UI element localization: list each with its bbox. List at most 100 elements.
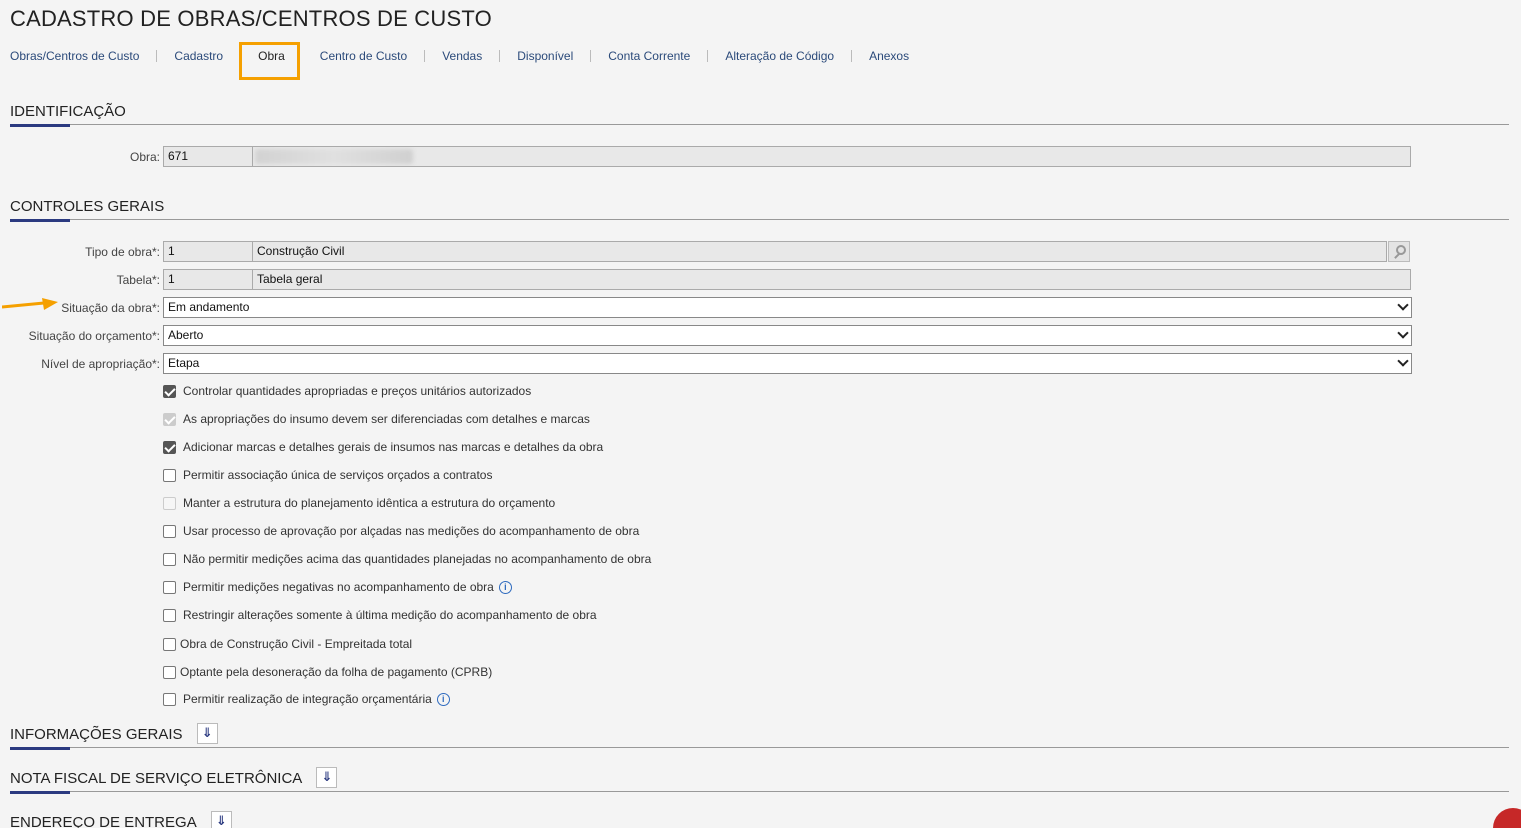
checkbox[interactable] <box>163 580 176 594</box>
situacao-obra-label: Situação da obra*: <box>61 300 160 315</box>
option-label: Não permitir medições acima das quantida… <box>183 552 652 566</box>
option-label: Usar processo de aprovação por alçadas n… <box>183 524 640 538</box>
tab-divider <box>499 50 501 62</box>
tabela-desc-field: Tabela geral <box>252 269 1411 290</box>
option-empreitada-total[interactable]: Obra de Construção Civil - Empreitada to… <box>163 635 412 653</box>
checkbox[interactable] <box>163 692 176 706</box>
checkbox[interactable] <box>163 524 176 538</box>
option-label: As apropriações do insumo devem ser dife… <box>183 412 590 426</box>
active-tab-highlight <box>239 42 300 80</box>
tipo-obra-lookup-button[interactable] <box>1388 241 1410 262</box>
obra-code-field[interactable]: 671 <box>163 146 253 167</box>
option-desoneracao-folha[interactable]: Optante pela desoneração da folha de pag… <box>163 663 492 681</box>
checkbox[interactable] <box>163 440 176 454</box>
option-integracao-orcamentaria[interactable]: Permitir realização de integração orçame… <box>163 690 450 708</box>
section-endereco-entrega: ENDEREÇO DE ENTREGA ⇓ <box>10 811 1509 828</box>
tab-divider <box>707 50 709 62</box>
option-label: Restringir alterações somente à última m… <box>183 608 597 622</box>
tabela-code-field[interactable]: 1 <box>163 269 253 290</box>
tab-obras-centros[interactable]: Obras/Centros de Custo <box>10 49 139 63</box>
option-label: Permitir medições negativas no acompanha… <box>183 580 494 594</box>
situacao-orcamento-label: Situação do orçamento*: <box>28 328 160 343</box>
chevron-down-icon <box>1397 299 1409 311</box>
situacao-orcamento-value: Aberto <box>168 328 204 342</box>
tab-bar: Obras/Centros de Custo Cadastro Obra Cen… <box>10 49 909 63</box>
checkbox[interactable] <box>163 552 176 566</box>
option-medicoes-negativas[interactable]: Permitir medições negativas no acompanha… <box>163 578 512 596</box>
checkbox[interactable] <box>163 468 176 482</box>
tab-vendas[interactable]: Vendas <box>442 49 482 63</box>
option-label: Optante pela desoneração da folha de pag… <box>180 665 493 679</box>
obra-label: Obra: <box>129 149 160 164</box>
section-underline <box>10 747 70 751</box>
section-title: ENDEREÇO DE ENTREGA <box>10 814 197 828</box>
tipo-obra-desc-field: Construção Civil <box>252 241 1387 262</box>
section-title: CONTROLES GERAIS <box>10 198 165 215</box>
situacao-orcamento-select[interactable]: Aberto <box>163 325 1412 346</box>
section-underline <box>10 219 70 222</box>
chevron-down-icon <box>1397 355 1409 367</box>
row-tipo-obra: Tipo de obra*: 1 Construção Civil <box>0 241 1410 262</box>
option-nao-permitir-acima[interactable]: Não permitir medições acima das quantida… <box>163 550 651 568</box>
option-label: Controlar quantidades apropriadas e preç… <box>183 384 532 398</box>
option-label: Permitir realização de integração orçame… <box>183 692 432 706</box>
checkbox <box>163 412 176 426</box>
redacted-obra-name <box>255 149 413 164</box>
double-chevron-down-icon[interactable]: ⇓ <box>210 811 232 828</box>
situacao-obra-select[interactable]: Em andamento <box>163 297 1412 318</box>
row-situacao-obra: Situação da obra*: Em andamento <box>0 297 1412 318</box>
option-adicionar-marcas[interactable]: Adicionar marcas e detalhes gerais de in… <box>163 438 603 456</box>
checkbox[interactable] <box>163 637 176 651</box>
option-label: Obra de Construção Civil - Empreitada to… <box>180 637 413 651</box>
tab-divider <box>851 50 853 62</box>
tab-centro-de-custo[interactable]: Centro de Custo <box>320 49 407 63</box>
section-nfse: NOTA FISCAL DE SERVIÇO ELETRÔNICA ⇓ <box>10 767 1509 795</box>
section-underline <box>10 124 70 127</box>
section-title: IDENTIFICAÇÃO <box>10 103 126 120</box>
option-controlar-quantidades[interactable]: Controlar quantidades apropriadas e preç… <box>163 382 531 400</box>
page-title: CADASTRO DE OBRAS/CENTROS DE CUSTO <box>10 6 492 31</box>
tab-alteracao-codigo[interactable]: Alteração de Código <box>725 49 834 63</box>
section-underline <box>10 791 70 795</box>
tab-conta-corrente[interactable]: Conta Corrente <box>608 49 690 63</box>
situacao-obra-value: Em andamento <box>168 300 250 314</box>
double-chevron-down-icon[interactable]: ⇓ <box>196 723 218 744</box>
section-title: NOTA FISCAL DE SERVIÇO ELETRÔNICA <box>10 770 303 788</box>
tab-anexos[interactable]: Anexos <box>869 49 909 63</box>
checkbox[interactable] <box>163 665 176 679</box>
nivel-apropriacao-label: Nível de apropriação*: <box>41 356 160 371</box>
tipo-obra-label: Tipo de obra*: <box>85 244 160 259</box>
section-identificacao: IDENTIFICAÇÃO <box>10 103 1509 127</box>
row-nivel-apropriacao: Nível de apropriação*: Etapa <box>0 353 1412 374</box>
tab-divider <box>424 50 426 62</box>
option-restringir-alteracoes[interactable]: Restringir alterações somente à última m… <box>163 606 597 624</box>
tab-divider <box>156 50 158 62</box>
nivel-apropriacao-value: Etapa <box>168 356 200 370</box>
tab-disponivel[interactable]: Disponível <box>517 49 573 63</box>
option-apropriacoes-diferenciadas: As apropriações do insumo devem ser dife… <box>163 410 590 428</box>
double-chevron-down-icon[interactable]: ⇓ <box>316 767 338 788</box>
info-icon[interactable]: i <box>498 580 512 594</box>
section-informacoes-gerais: INFORMAÇÕES GERAIS ⇓ <box>10 723 1509 751</box>
tipo-obra-code-field[interactable]: 1 <box>163 241 253 262</box>
option-associacao-unica[interactable]: Permitir associação única de serviços or… <box>163 466 492 484</box>
checkbox <box>163 496 176 510</box>
tab-cadastro[interactable]: Cadastro <box>174 49 223 63</box>
info-icon[interactable]: i <box>436 692 450 706</box>
option-label: Permitir associação única de serviços or… <box>183 468 493 482</box>
search-icon-handle <box>1394 253 1400 259</box>
chevron-down-icon <box>1397 327 1409 339</box>
nivel-apropriacao-select[interactable]: Etapa <box>163 353 1412 374</box>
tabela-label: Tabela*: <box>116 272 160 287</box>
section-title: INFORMAÇÕES GERAIS <box>10 726 183 744</box>
checkbox[interactable] <box>163 384 176 398</box>
help-chat-button[interactable] <box>1493 808 1521 828</box>
row-situacao-orcamento: Situação do orçamento*: Aberto <box>0 325 1412 346</box>
option-label: Manter a estrutura do planejamento idênt… <box>183 496 556 510</box>
section-controles-gerais: CONTROLES GERAIS <box>10 198 1509 222</box>
checkbox[interactable] <box>163 608 176 622</box>
option-manter-estrutura: Manter a estrutura do planejamento idênt… <box>163 494 555 512</box>
tab-divider <box>590 50 592 62</box>
obra-name-field <box>252 146 1411 167</box>
option-aprovacao-alcadas[interactable]: Usar processo de aprovação por alçadas n… <box>163 522 639 540</box>
